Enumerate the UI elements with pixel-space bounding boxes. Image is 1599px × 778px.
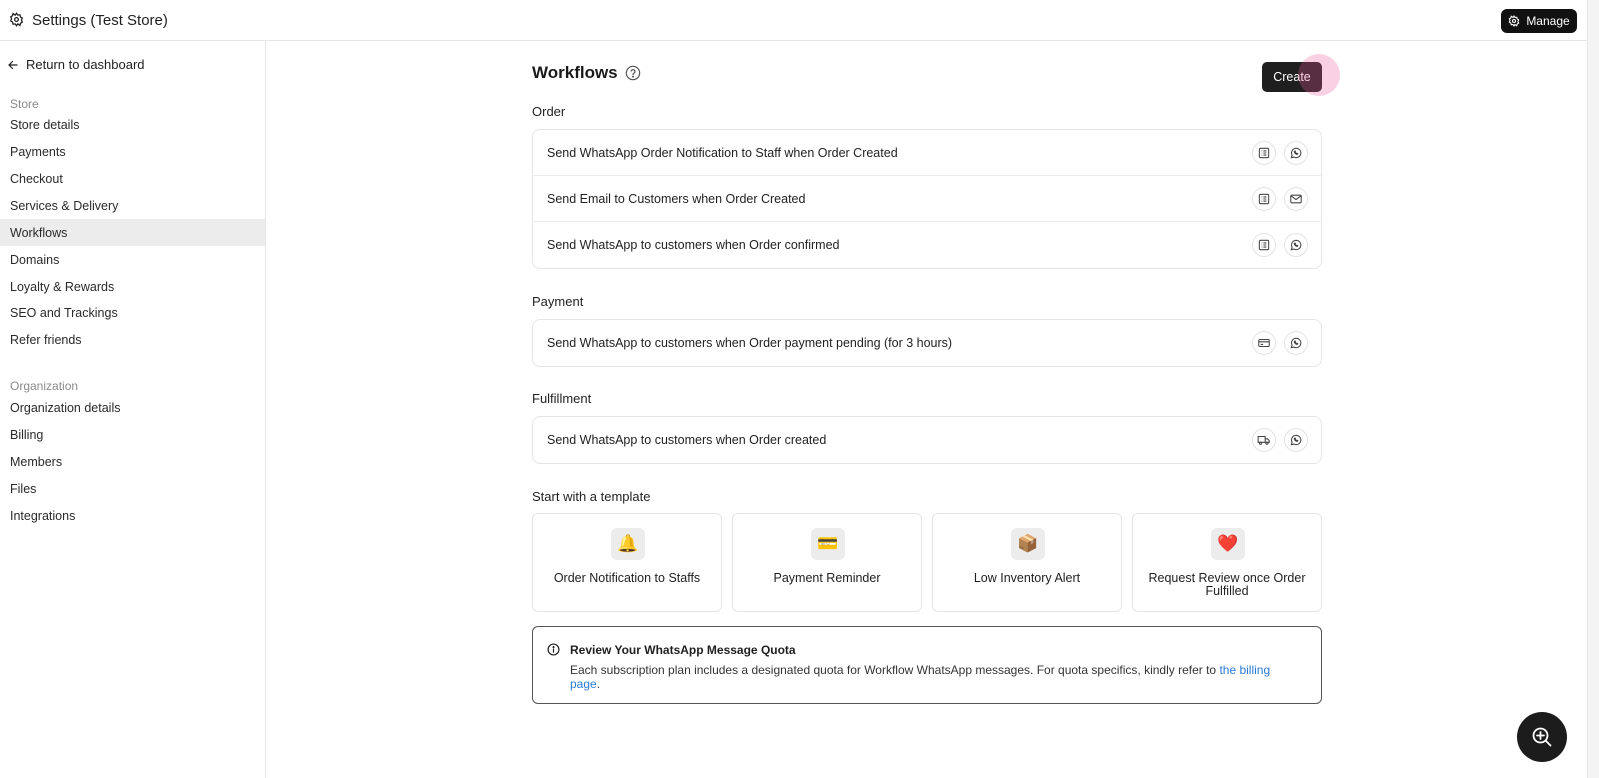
return-to-dashboard-link[interactable]: Return to dashboard [7, 57, 145, 72]
workflow-row-label: Send Email to Customers when Order Creat… [547, 191, 806, 206]
return-to-dashboard-label: Return to dashboard [26, 57, 145, 72]
workflow-row-icons [1252, 233, 1308, 257]
workflow-card-payment: Send WhatsApp to customers when Order pa… [532, 319, 1322, 367]
whatsapp-icon [1284, 331, 1308, 355]
truck-icon [1252, 428, 1276, 452]
workflow-row-label: Send WhatsApp Order Notification to Staf… [547, 145, 898, 160]
workflow-row[interactable]: Send WhatsApp to customers when Order pa… [533, 320, 1321, 366]
template-card-order-notification[interactable]: 🔔 Order Notification to Staffs [532, 513, 722, 612]
sidebar-item-domains[interactable]: Domains [0, 246, 265, 273]
workflow-row[interactable]: Send WhatsApp to customers when Order co… [533, 222, 1321, 268]
bell-icon: 🔔 [611, 528, 645, 560]
scrollbar[interactable] [1587, 0, 1599, 778]
section-label-organization: Organization [10, 379, 79, 393]
group-title-order: Order [532, 104, 566, 119]
package-icon: 📦 [1011, 528, 1045, 560]
workflow-row[interactable]: Send WhatsApp Order Notification to Staf… [533, 130, 1321, 176]
search-sparkle-icon [1532, 727, 1552, 747]
workflows-title: Workflows [532, 63, 618, 82]
template-card-payment-reminder[interactable]: 💳 Payment Reminder [732, 513, 922, 612]
whatsapp-icon [1284, 141, 1308, 165]
group-title-payment: Payment [532, 294, 584, 309]
template-label: Low Inventory Alert [973, 571, 1081, 585]
section-label-store: Store [10, 97, 39, 111]
sidebar-item-loyalty-rewards[interactable]: Loyalty & Rewards [0, 273, 265, 300]
quota-description: Each subscription plan includes a design… [570, 663, 1301, 691]
workflow-row-label: Send WhatsApp to customers when Order co… [547, 238, 840, 252]
workflow-row[interactable]: Send WhatsApp to customers when Order cr… [533, 417, 1321, 463]
workflow-row-label: Send WhatsApp to customers when Order pa… [547, 336, 953, 350]
sidebar-item-organization-details[interactable]: Organization details [0, 394, 265, 421]
info-icon [547, 643, 560, 656]
list-icon [1252, 233, 1276, 257]
sidebar-item-billing[interactable]: Billing [0, 421, 265, 448]
workflow-row[interactable]: Send Email to Customers when Order Creat… [533, 176, 1321, 222]
gear-icon [1508, 15, 1520, 27]
page-title: Settings (Test Store) [32, 12, 168, 29]
arrow-left-icon [8, 60, 18, 69]
workflow-row-icons [1252, 141, 1308, 165]
credit-card-icon [1252, 331, 1276, 355]
sidebar-item-store-details[interactable]: Store details [0, 111, 265, 138]
workflows-header: Workflows [532, 63, 641, 83]
sidebar-item-workflows[interactable]: Workflows [0, 219, 265, 246]
whatsapp-icon [1284, 428, 1308, 452]
search-assistant-button[interactable] [1517, 712, 1567, 762]
sidebar-item-integrations[interactable]: Integrations [0, 502, 265, 529]
sidebar-item-payments[interactable]: Payments [0, 138, 265, 165]
sidebar-item-refer-friends[interactable]: Refer friends [0, 326, 265, 353]
gear-icon [9, 12, 24, 27]
template-card-request-review[interactable]: ❤️ Request Review once Order Fulfilled [1132, 513, 1322, 612]
sidebar: Return to dashboard Store Store details … [0, 41, 266, 778]
group-title-fulfillment: Fulfillment [532, 391, 592, 406]
template-label: Order Notification to Staffs [553, 571, 701, 585]
template-grid: 🔔 Order Notification to Staffs 💳 Payment… [532, 513, 1322, 612]
heart-icon: ❤️ [1211, 528, 1245, 560]
top-bar: Settings (Test Store) Manage [0, 0, 1587, 41]
workflow-row-icons [1252, 187, 1308, 211]
templates-title: Start with a template [532, 489, 651, 504]
quota-title: Review Your WhatsApp Message Quota [570, 643, 796, 657]
quota-suffix: . [596, 677, 601, 691]
quota-notice: Review Your WhatsApp Message Quota Each … [532, 626, 1322, 704]
sidebar-item-services-delivery[interactable]: Services & Delivery [0, 192, 265, 219]
sidebar-item-members[interactable]: Members [0, 448, 265, 475]
sidebar-item-seo-trackings[interactable]: SEO and Trackings [0, 299, 265, 326]
workflow-row-icons [1252, 428, 1308, 452]
click-highlight [1298, 54, 1340, 96]
help-circle-icon[interactable] [625, 65, 641, 81]
sidebar-item-checkout[interactable]: Checkout [0, 165, 265, 192]
mail-icon [1284, 187, 1308, 211]
quota-text: Each subscription plan includes a design… [570, 663, 1220, 677]
manage-label: Manage [1526, 14, 1570, 28]
workflow-card-order: Send WhatsApp Order Notification to Staf… [532, 129, 1322, 269]
workflow-card-fulfillment: Send WhatsApp to customers when Order cr… [532, 416, 1322, 464]
sidebar-item-files[interactable]: Files [0, 475, 265, 502]
template-label: Payment Reminder [773, 571, 881, 585]
list-icon [1252, 141, 1276, 165]
workflow-row-icons [1252, 331, 1308, 355]
manage-button[interactable]: Manage [1501, 9, 1577, 33]
template-card-low-inventory[interactable]: 📦 Low Inventory Alert [932, 513, 1122, 612]
list-icon [1252, 187, 1276, 211]
credit-card-icon: 💳 [811, 528, 845, 560]
template-label: Request Review once Order Fulfilled [1148, 571, 1306, 598]
whatsapp-icon [1284, 233, 1308, 257]
workflow-row-label: Send WhatsApp to customers when Order cr… [547, 433, 827, 447]
